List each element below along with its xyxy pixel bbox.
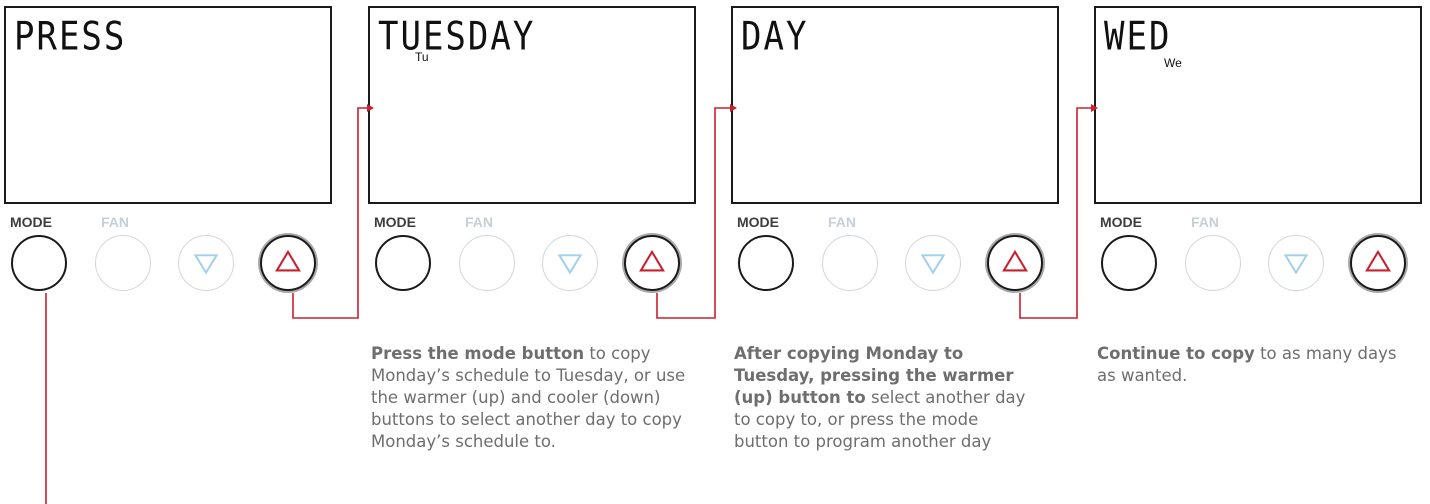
lcd-screen: TUESDAY Tu [368, 6, 696, 204]
fan-label: FAN [1191, 214, 1219, 230]
mode-label: MODE [1100, 214, 1142, 230]
up-button[interactable] [624, 235, 680, 291]
fan-label: FAN [828, 214, 856, 230]
description-bold: Continue to copy [1097, 344, 1255, 363]
down-button[interactable] [542, 235, 598, 291]
down-arrow-icon [920, 254, 946, 275]
down-button[interactable] [905, 235, 961, 291]
lcd-display-text: WED [1104, 14, 1172, 60]
up-arrow-icon [639, 249, 665, 272]
lcd-screen: PRESS [4, 6, 332, 204]
description-bold: Press the mode button [371, 344, 585, 363]
day-indicator: Tu [415, 50, 429, 64]
down-arrow-icon [557, 254, 583, 275]
thermostat-panel-1: PRESS MODE FAN [0, 0, 340, 320]
mode-label: MODE [374, 214, 416, 230]
description-step-3: After copying Monday to Tuesday, pressin… [734, 343, 1034, 453]
thermostat-panel-3: DAY MODE FAN [727, 0, 1067, 320]
lcd-screen: DAY [731, 6, 1059, 204]
mode-button[interactable] [738, 235, 794, 291]
description-step-2: Press the mode button to copy Monday’s s… [371, 343, 701, 453]
lcd-display-text: TUESDAY [378, 14, 536, 60]
fan-label: FAN [101, 214, 129, 230]
up-button[interactable] [987, 235, 1043, 291]
description-step-4: Continue to copy to as many days as want… [1097, 343, 1407, 387]
lcd-screen: WED We [1094, 6, 1422, 204]
fan-button[interactable] [95, 235, 151, 291]
down-arrow-icon [1283, 254, 1309, 275]
down-arrow-icon [193, 254, 219, 275]
lcd-display-text: DAY [741, 14, 809, 60]
thermostat-panel-4: WED We MODE FAN [1090, 0, 1430, 320]
mode-label: MODE [10, 214, 52, 230]
thermostat-panel-2: TUESDAY Tu MODE FAN [364, 0, 704, 320]
fan-label: FAN [465, 214, 493, 230]
mode-label: MODE [737, 214, 779, 230]
mode-button[interactable] [375, 235, 431, 291]
down-button[interactable] [178, 235, 234, 291]
up-button[interactable] [1350, 235, 1406, 291]
fan-button[interactable] [1185, 235, 1241, 291]
mode-button[interactable] [1101, 235, 1157, 291]
up-arrow-icon [275, 249, 301, 272]
day-indicator: We [1164, 56, 1182, 70]
down-button[interactable] [1268, 235, 1324, 291]
fan-button[interactable] [459, 235, 515, 291]
mode-button[interactable] [11, 235, 67, 291]
up-button[interactable] [260, 235, 316, 291]
up-arrow-icon [1002, 249, 1028, 272]
lcd-display-text: PRESS [14, 14, 127, 60]
fan-button[interactable] [822, 235, 878, 291]
up-arrow-icon [1365, 249, 1391, 272]
